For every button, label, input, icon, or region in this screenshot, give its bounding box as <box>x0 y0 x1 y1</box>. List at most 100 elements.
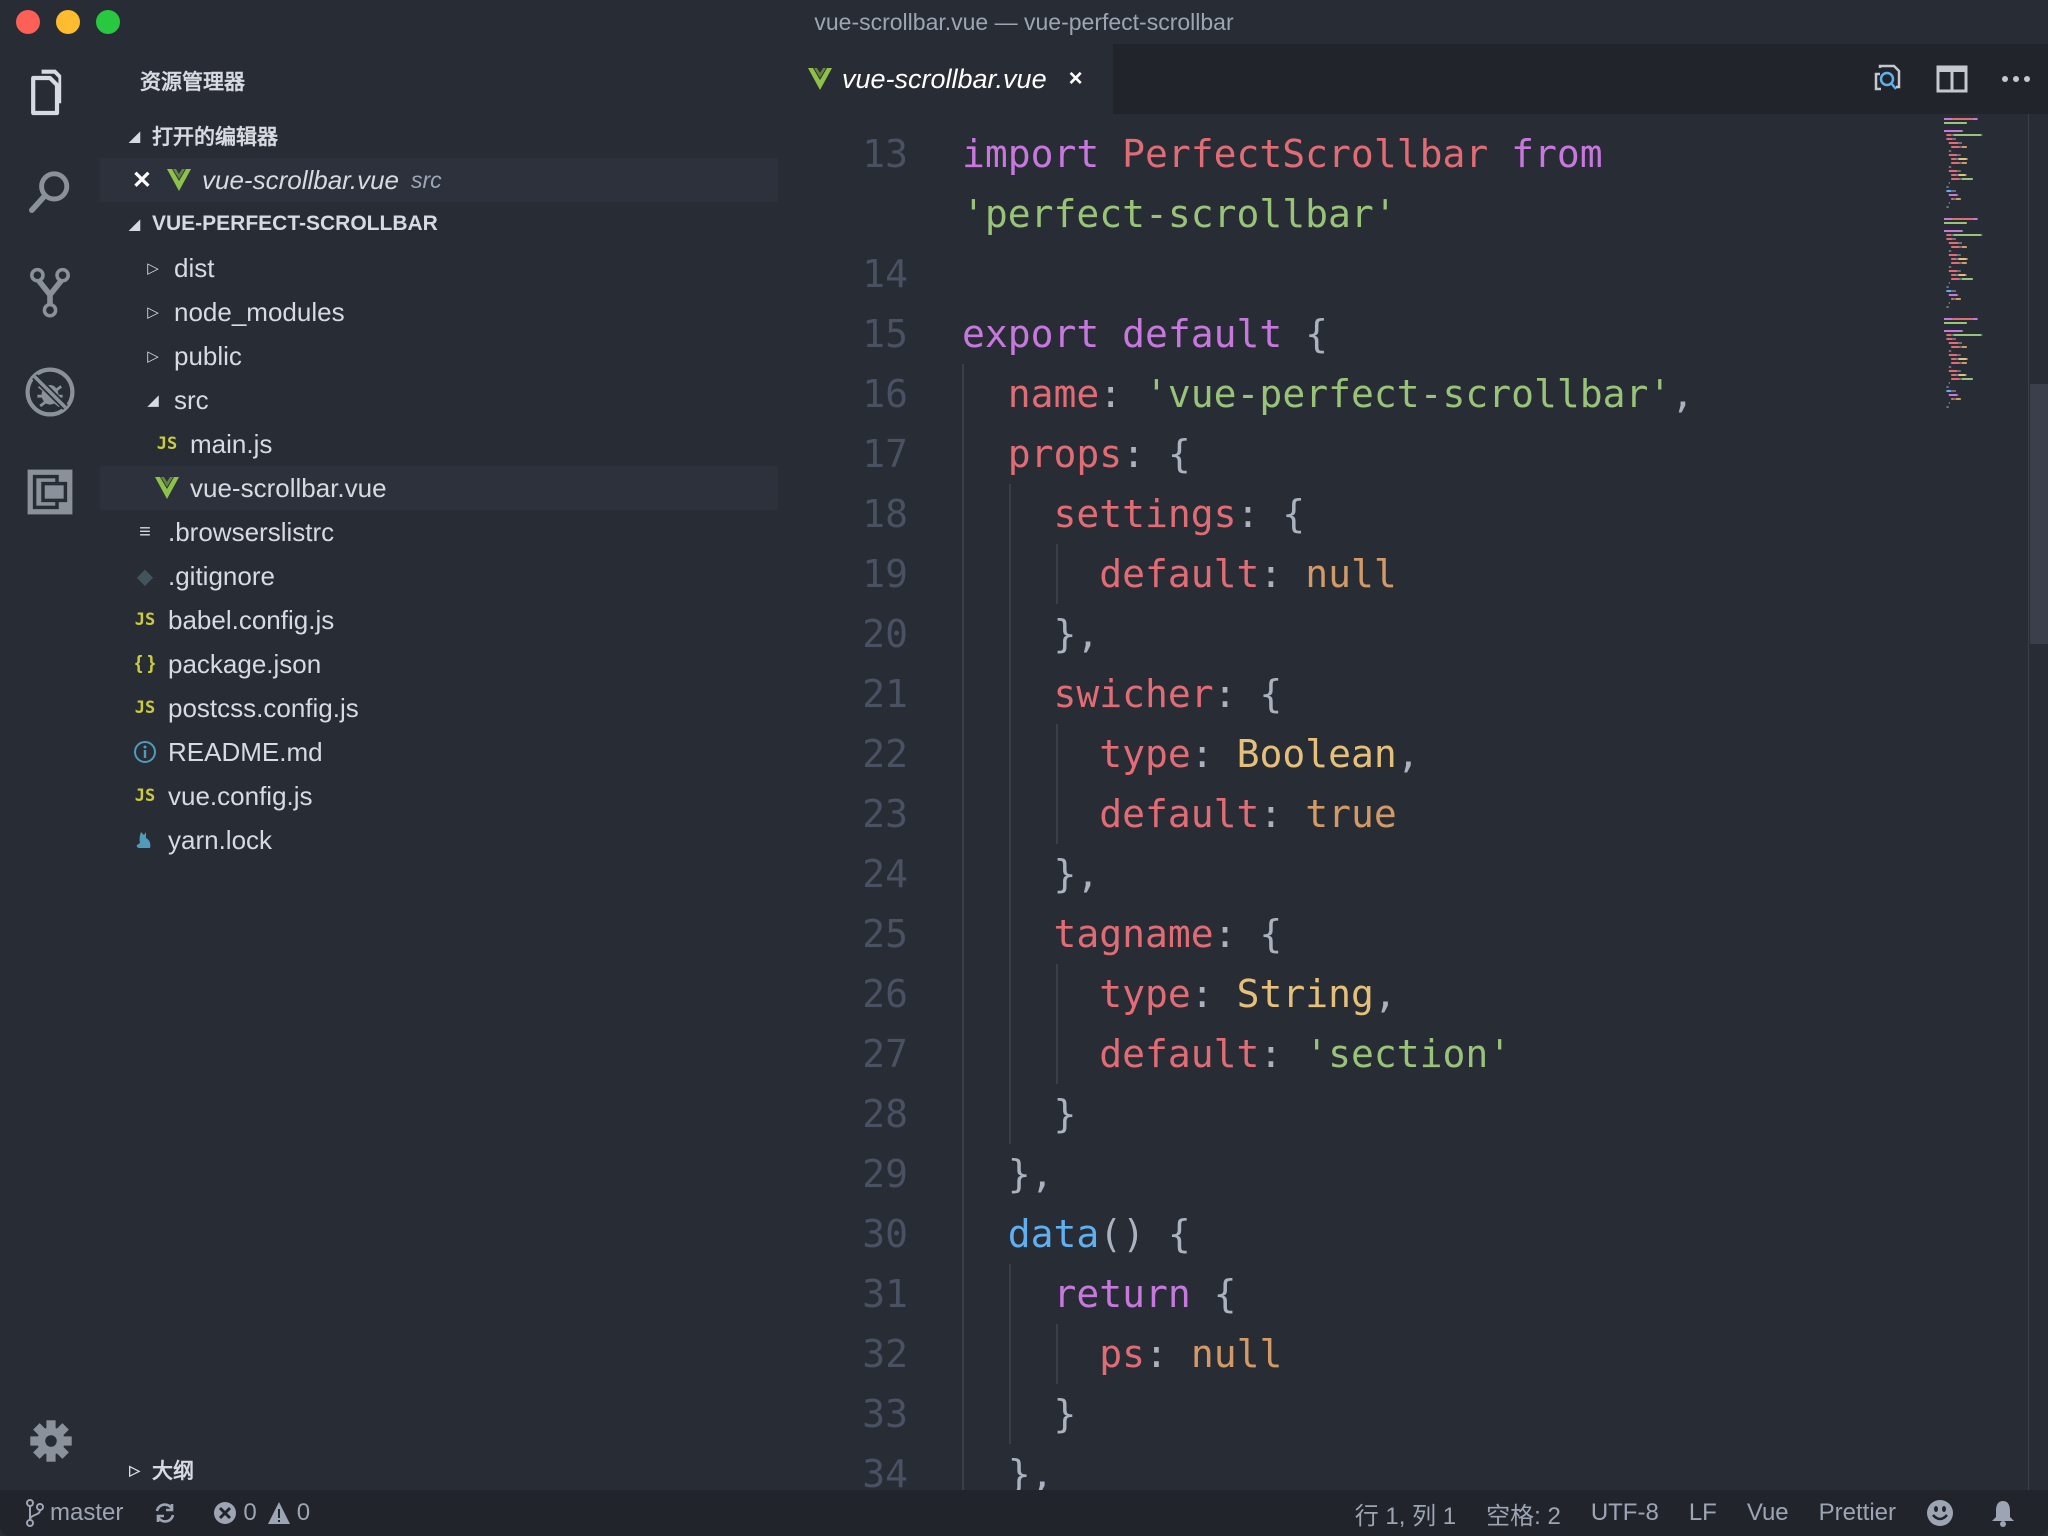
tree-item-yarn-lock[interactable]: yarn.lock <box>100 818 778 862</box>
minimap-token <box>1962 130 1964 132</box>
minimap-token <box>1951 262 1960 264</box>
minimap-token <box>1948 142 1959 144</box>
tree-item-browserslistrc[interactable]: ≡ .browserslistrc <box>100 510 778 554</box>
split-editor-button[interactable] <box>1920 47 1984 111</box>
tree-item-public[interactable]: ▷ public <box>100 334 778 378</box>
open-preview-button[interactable] <box>1856 47 1920 111</box>
close-tab-icon[interactable]: × <box>1069 65 1083 93</box>
gear-icon[interactable] <box>28 1418 74 1464</box>
code-line: 26 type: String, <box>778 964 1928 1024</box>
tab-vue-scrollbar[interactable]: vue-scrollbar.vue × <box>778 44 1113 114</box>
line-number: 32 <box>862 1332 908 1376</box>
minimap-token <box>1953 334 1982 336</box>
minimap-token <box>1944 222 1967 224</box>
feedback-button[interactable] <box>1926 1499 1960 1527</box>
language-mode[interactable]: Vue <box>1747 1499 1789 1527</box>
encoding[interactable]: UTF-8 <box>1591 1499 1659 1527</box>
formatter[interactable]: Prettier <box>1819 1499 1896 1527</box>
line-number: 13 <box>862 132 908 176</box>
line-source: default: true <box>962 792 1396 836</box>
code-token: null <box>1190 1332 1283 1376</box>
code-token: }, <box>962 1152 1054 1196</box>
open-editor-item[interactable]: ✕ vue-scrollbar.vue src <box>100 158 778 202</box>
line-source: settings: { <box>962 492 1306 536</box>
code-line: 27 default: 'section' <box>778 1024 1928 1084</box>
code-token: }, <box>962 1452 1054 1490</box>
minimap-token <box>1951 378 1960 380</box>
cursor-position[interactable]: 行 1, 列 1 <box>1355 1496 1456 1531</box>
code-line: 19 default: null <box>778 544 1928 604</box>
tree-item-package-json[interactable]: { } package.json <box>100 642 778 686</box>
tree-item-vue-scrollbar[interactable]: vue-scrollbar.vue <box>100 466 778 510</box>
more-actions-button[interactable] <box>1984 47 2048 111</box>
error-icon <box>214 1502 237 1524</box>
minimap[interactable] <box>1938 114 2028 674</box>
minimap-token <box>1944 218 1953 220</box>
minimap-token <box>1959 246 1962 248</box>
minimap-token <box>1948 250 1952 252</box>
minimap-token <box>1952 138 1956 140</box>
files-icon <box>31 69 62 116</box>
tree-item-main-js[interactable]: JS main.js <box>100 422 778 466</box>
minimap-token <box>1962 362 1967 364</box>
vertical-scrollbar[interactable] <box>2028 114 2048 1490</box>
minimap-token <box>1972 218 1978 220</box>
line-source: 'perfect-scrollbar' <box>962 192 1397 236</box>
line-number: 21 <box>862 672 908 716</box>
problems-indicator[interactable]: 0 0 <box>213 1499 310 1527</box>
indentation[interactable]: 空格: 2 <box>1486 1496 1561 1531</box>
tree-item-readme[interactable]: README.md <box>100 730 778 774</box>
code-token: props <box>1007 432 1123 476</box>
notifications-button[interactable] <box>1990 1499 2022 1527</box>
line-number: 14 <box>862 252 908 296</box>
minimap-token <box>1962 330 1964 332</box>
project-header[interactable]: ◢ VUE-PERFECT-SCROLLBAR <box>100 204 778 244</box>
line-number: 30 <box>862 1212 908 1256</box>
tree-item-babel-config[interactable]: JS babel.config.js <box>100 598 778 642</box>
minimap-token <box>1951 162 1960 164</box>
minimap-token <box>1966 258 1968 260</box>
tree-item-vue-config[interactable]: JS vue.config.js <box>100 774 778 818</box>
tree-item-src[interactable]: ◢ src <box>100 378 778 422</box>
code-line: 18 settings: { <box>778 484 1928 544</box>
branch-indicator[interactable]: master <box>26 1499 123 1527</box>
code-token: ps <box>1099 1332 1146 1376</box>
code-token: export default <box>962 312 1306 356</box>
code-line: 28 } <box>778 1084 1928 1144</box>
activity-explorer[interactable] <box>20 62 80 122</box>
outline-header[interactable]: ▷ 大纲 <box>100 1450 778 1490</box>
minimap-token <box>1944 330 1962 332</box>
tree-item-dist[interactable]: ▷ dist <box>100 246 778 290</box>
indent-guide <box>1056 544 1059 604</box>
bell-icon <box>1992 1501 2014 1527</box>
activity-debug[interactable] <box>20 362 80 422</box>
code-token: String <box>1236 972 1374 1016</box>
minimap-token <box>1956 398 1961 400</box>
code-token: : { <box>1236 492 1306 536</box>
open-editors-header[interactable]: ◢ 打开的编辑器 <box>100 116 778 156</box>
line-source: name: 'vue-perfect-scrollbar', <box>962 372 1694 416</box>
minimap-token <box>1962 262 1967 264</box>
tree-item-postcss-config[interactable]: JS postcss.config.js <box>100 686 778 730</box>
code-token: type <box>1099 972 1191 1016</box>
end-of-line[interactable]: LF <box>1689 1499 1717 1527</box>
code-line: 14 <box>778 244 1928 304</box>
code-editor[interactable]: 13 import PerfectScrollbar from 'perfect-s… <box>778 114 1928 1490</box>
minimap-token <box>1958 242 1962 244</box>
activity-search[interactable] <box>20 162 80 222</box>
minimap-token <box>1946 138 1953 140</box>
js-file-icon: JS <box>134 786 156 806</box>
activity-source-control[interactable] <box>20 262 80 322</box>
minimap-token <box>1951 290 1956 292</box>
tree-item-node-modules[interactable]: ▷ node_modules <box>100 290 778 334</box>
close-icon[interactable]: ✕ <box>100 166 152 195</box>
minimap-token <box>1944 318 1953 320</box>
activity-extensions[interactable] <box>20 462 80 522</box>
minimap-token <box>1958 158 1967 160</box>
sync-button[interactable] <box>153 1501 183 1525</box>
scrollbar-thumb[interactable] <box>2030 384 2048 644</box>
tree-item-gitignore[interactable]: ◆ .gitignore <box>100 554 778 598</box>
